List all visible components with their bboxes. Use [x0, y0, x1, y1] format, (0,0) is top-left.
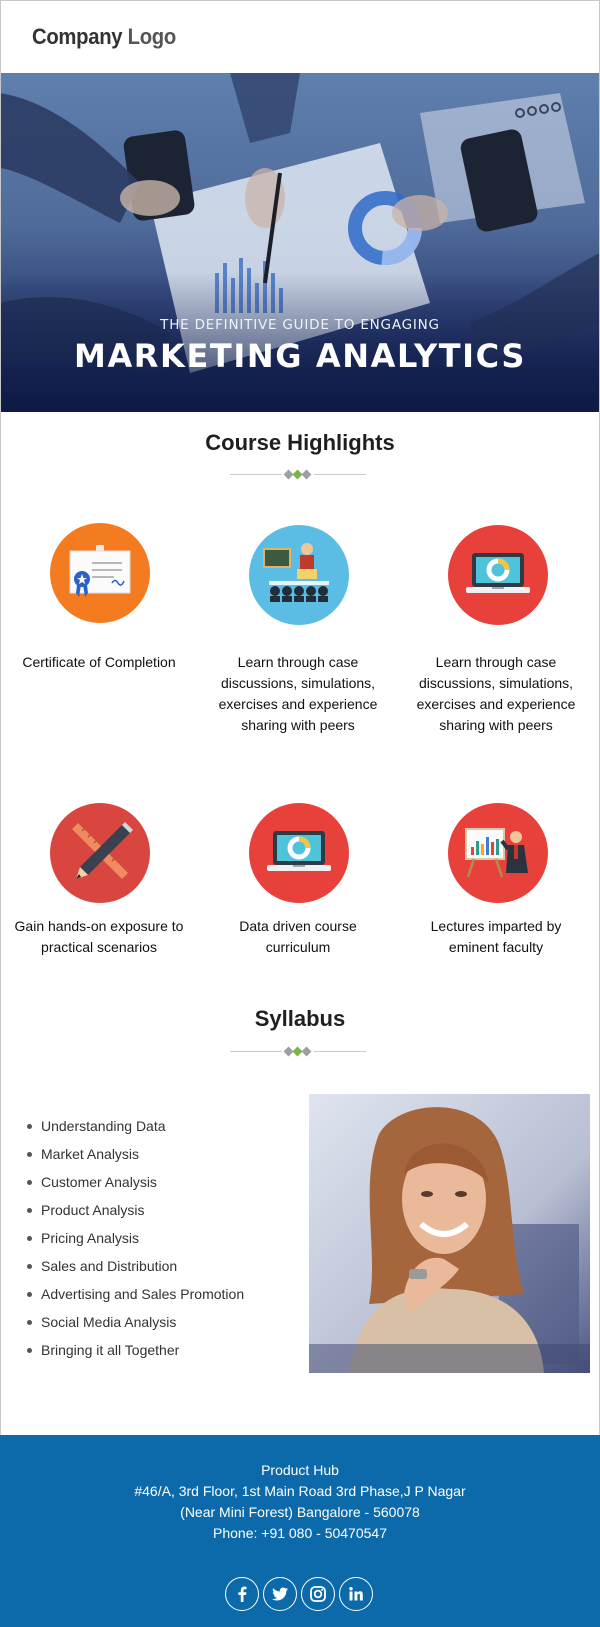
email-page: Company Logo THE DEFINITIVE GUIDE TO ENG…: [0, 0, 600, 1627]
list-item: Sales and Distribution: [27, 1258, 244, 1286]
pencil-ruler-icon: [48, 801, 152, 905]
woman-smiling-photo: [309, 1094, 590, 1373]
laptop-chart-icon: [247, 801, 351, 905]
list-item: Social Media Analysis: [27, 1314, 244, 1342]
section-divider: [230, 1046, 366, 1057]
logo-logo-text: Logo: [122, 23, 177, 49]
facebook-icon[interactable]: [225, 1577, 259, 1611]
footer-address-line1: #46/A, 3rd Floor, 1st Main Road 3rd Phas…: [134, 1483, 466, 1499]
course-highlights-heading: Course Highlights: [205, 430, 395, 455]
highlight-text-hands-on: Gain hands-on exposure to practical scen…: [14, 918, 184, 955]
linkedin-icon[interactable]: [339, 1577, 373, 1611]
highlight-text-case-discussions-2: Learn through case discussions, simulati…: [416, 654, 576, 733]
highlight-text-certificate: Certificate of Completion: [22, 654, 176, 670]
laptop-chart-icon: [446, 523, 550, 627]
highlight-text-lectures: Lectures imparted by eminent faculty: [430, 918, 562, 955]
instagram-icon[interactable]: [301, 1577, 335, 1611]
syllabus-list: Understanding Data Market Analysis Custo…: [27, 1118, 244, 1370]
presentation-audience-icon: [247, 523, 351, 627]
footer-address-line2: (Near Mini Forest) Bangalore - 560078: [180, 1504, 420, 1520]
logo-company-text: Company: [32, 23, 123, 49]
list-item: Bringing it all Together: [27, 1342, 244, 1370]
hero-banner[interactable]: THE DEFINITIVE GUIDE TO ENGAGING MARKETI…: [0, 73, 600, 412]
footer-phone: Phone: +91 080 - 50470547: [213, 1525, 387, 1541]
section-divider: [230, 469, 366, 480]
list-item: Market Analysis: [27, 1146, 244, 1174]
highlight-text-data-driven: Data driven course curriculum: [239, 918, 357, 955]
list-item: Customer Analysis: [27, 1174, 244, 1202]
syllabus-heading: Syllabus: [254, 1006, 346, 1031]
list-item: Understanding Data: [27, 1118, 244, 1146]
hero-subtitle: THE DEFINITIVE GUIDE TO ENGAGING: [160, 317, 440, 333]
hero-title: MARKETING ANALYTICS: [74, 337, 526, 375]
list-item: Product Analysis: [27, 1202, 244, 1230]
list-item: Pricing Analysis: [27, 1230, 244, 1258]
header: Company Logo: [0, 0, 600, 73]
list-item: Advertising and Sales Promotion: [27, 1286, 244, 1314]
company-logo[interactable]: Company Logo: [32, 24, 176, 50]
twitter-icon[interactable]: [263, 1577, 297, 1611]
certificate-icon: [48, 521, 152, 625]
lecturer-board-icon: [446, 801, 550, 905]
highlight-text-case-discussions-1: Learn through case discussions, simulati…: [218, 654, 378, 733]
footer-company-name: Product Hub: [261, 1462, 339, 1478]
